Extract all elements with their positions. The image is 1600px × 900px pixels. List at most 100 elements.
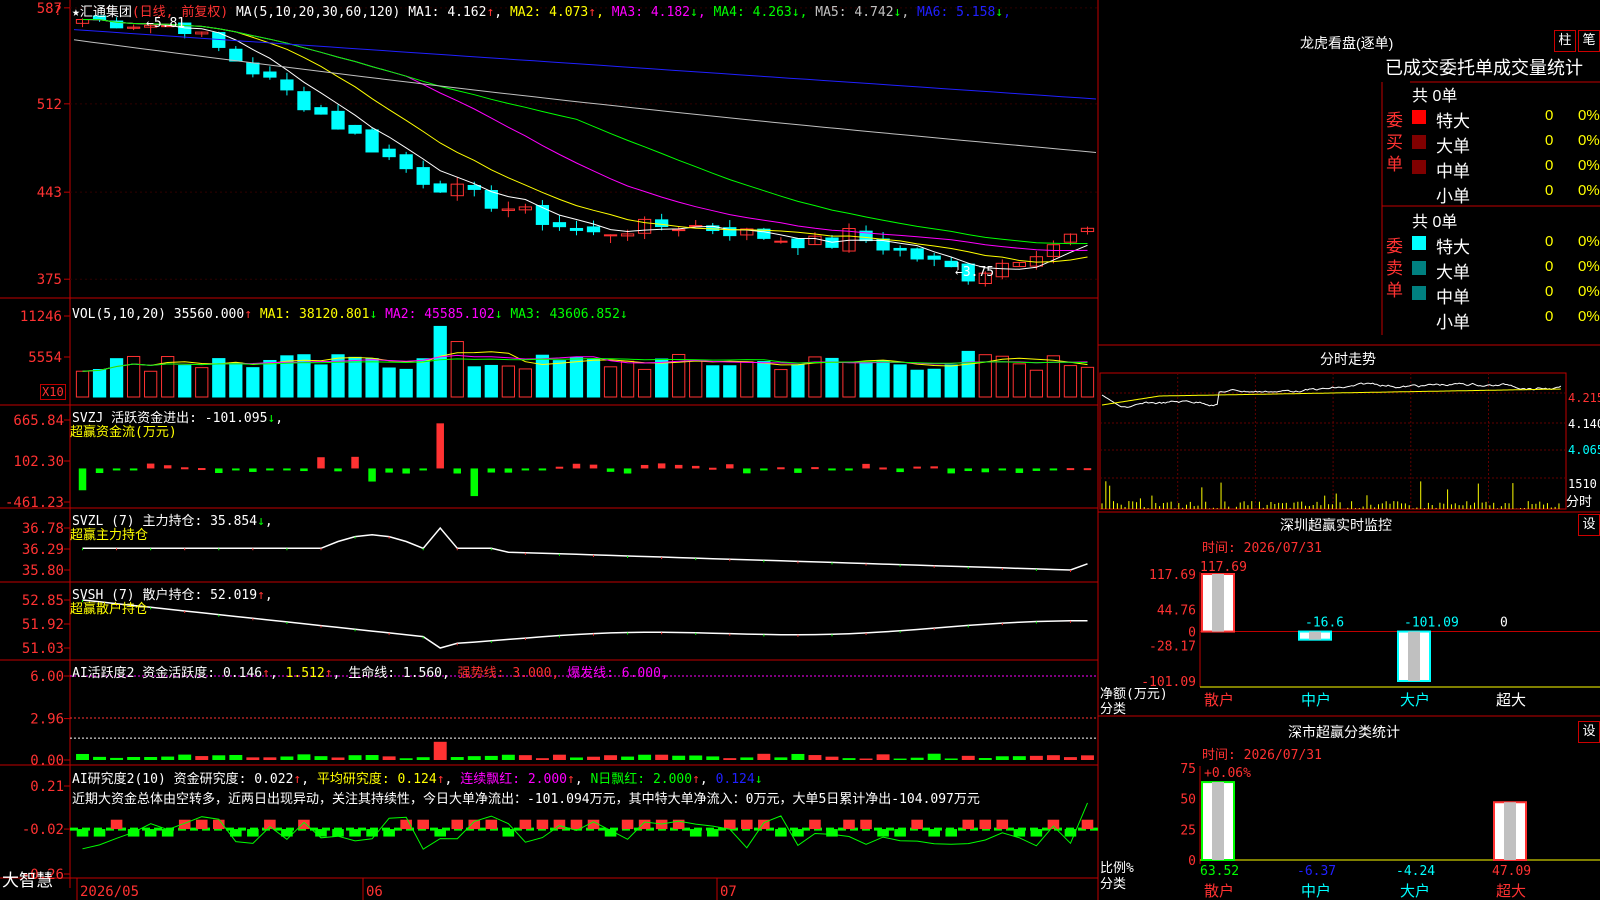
buy-row-label: 中单 — [1436, 162, 1470, 181]
sz-monitor-category: 大户 — [1400, 691, 1430, 709]
y-tick-label: 512 — [37, 97, 62, 113]
sz-class-settings-button[interactable]: 设 — [1578, 721, 1600, 743]
svzj-bar — [436, 423, 444, 469]
ai1-bar — [978, 758, 992, 760]
ai2-bar — [723, 819, 736, 830]
main-chart-area[interactable]: 587512443375←5.81←3.75 112465554 665.84 1… — [0, 0, 1600, 900]
ai1-bar — [757, 753, 771, 760]
vol-bar — [586, 358, 601, 398]
svzj-tick-label: 665.84 — [13, 413, 64, 429]
tick-mode-button[interactable]: 笔 — [1578, 30, 1600, 52]
svzj-bar — [453, 468, 461, 474]
ai2-bar — [1013, 829, 1026, 837]
ai2-bar — [195, 819, 208, 830]
sz-class-bar — [1201, 781, 1235, 862]
svzl-panel[interactable]: 36.78 36.29 35.80 — [22, 521, 1088, 579]
sell-swatch — [1412, 286, 1426, 300]
buy-row-label: 特大 — [1436, 112, 1470, 131]
ai1-bar — [825, 756, 839, 760]
svzj-bar — [879, 467, 887, 470]
vol-bar — [910, 369, 924, 398]
sz-monitor-bar-label: -16.6 — [1305, 616, 1344, 631]
candle-body — [893, 247, 907, 251]
vol-bar — [348, 356, 362, 398]
sz-class-category: 中户 — [1301, 882, 1331, 900]
app-logo[interactable]: 大智慧 — [2, 866, 68, 890]
sell-row-label: 中单 — [1436, 288, 1470, 307]
candle-body — [672, 229, 686, 232]
period-label[interactable]: (日线, 前复权) — [132, 5, 228, 20]
vol-bar — [723, 365, 737, 398]
ai1-bar — [961, 755, 975, 760]
vol-ma-item-3: MA3: 43606.852↓ — [502, 307, 628, 322]
svzj-bar — [1032, 468, 1041, 471]
candle-body — [655, 219, 669, 228]
ai2-bar — [621, 819, 634, 830]
candle-body — [535, 204, 550, 225]
ai2-bar — [451, 819, 464, 830]
svzl-tick-label: 36.78 — [22, 521, 64, 537]
bar-mode-button[interactable]: 柱 — [1554, 30, 1576, 52]
svzj-bar — [215, 468, 223, 474]
ai2-bar — [230, 829, 242, 837]
ai2-bar — [741, 819, 753, 830]
svzj-bar — [743, 468, 751, 474]
sz-monitor-xlabel: 分类 — [1100, 702, 1127, 717]
ai2-last: 0.124 — [715, 772, 755, 787]
ai2-bar — [553, 819, 566, 830]
ai2-bar — [689, 829, 702, 837]
svzj-bar — [1083, 468, 1092, 471]
sell-row-pct: 0% — [1578, 283, 1600, 300]
ai2-bar — [110, 819, 123, 830]
intraday-title[interactable]: 分时走势 — [1320, 349, 1376, 369]
sz-monitor-chart[interactable]: 117.6944.760-28.17-101.09117.69散户-16.6中户… — [1141, 560, 1600, 709]
svzj-bar — [504, 468, 513, 473]
svzj-bar — [828, 468, 836, 471]
ma-item-1: MA1: 4.162↑, — [408, 5, 510, 20]
volume-panel[interactable]: 11246 5554 — [20, 309, 1095, 398]
svzj-bar — [146, 463, 155, 469]
svzj-bar — [538, 468, 547, 471]
sz-monitor-bar-core — [1408, 631, 1420, 681]
sz-class-bar-core — [1212, 782, 1224, 860]
candle-body — [603, 234, 618, 237]
vol-bar — [467, 366, 481, 398]
sell-row-count: 0 — [1545, 258, 1554, 275]
sell-swatch — [1412, 261, 1426, 275]
vol-bar — [620, 360, 635, 398]
ai1-bar — [297, 754, 311, 760]
buy-row-pct: 0% — [1578, 107, 1600, 124]
intraday-panel[interactable]: 4.215 4.140 4.065 1510 分时 — [1099, 372, 1600, 510]
ai1-bar — [212, 755, 226, 760]
vol-unit-badge[interactable]: X10 — [40, 384, 66, 400]
sz-class-bar — [1493, 801, 1527, 861]
sz-class-bar-label: 63.52 — [1200, 864, 1239, 879]
vol-bar — [416, 358, 430, 398]
svzj-bar — [112, 468, 121, 471]
ai-activity-panel[interactable]: 6.00 2.96 0.00 — [30, 669, 1098, 769]
vol-bar — [603, 366, 618, 398]
buy-row-label: 小单 — [1436, 187, 1470, 206]
ma-line-6 — [73, 29, 1097, 100]
ai2-bar — [775, 829, 787, 837]
vol-bar — [893, 364, 907, 398]
candle-body — [331, 110, 345, 130]
sz-monitor-settings-button[interactable]: 设 — [1578, 514, 1600, 536]
candlestick-panel[interactable]: 587512443375←5.81←3.75 — [37, 1, 1098, 288]
ai2-title: AI研究度2(10) 资金研究度: — [72, 772, 247, 787]
vol-bar — [706, 365, 720, 398]
ai2-bar — [1030, 829, 1043, 837]
star-icon[interactable]: ★ — [72, 5, 80, 20]
ai1-bar — [416, 757, 430, 760]
svzj-bar — [709, 467, 717, 470]
ai1-bar — [280, 756, 294, 760]
sz-monitor-tick: 0 — [1188, 626, 1196, 641]
vol-bar — [774, 369, 788, 398]
vol-bar — [518, 368, 533, 398]
svzj-bar — [998, 468, 1007, 471]
svzj-bar — [640, 464, 649, 469]
corner-mark[interactable]: ? — [54, 4, 62, 19]
ai2-bar — [979, 819, 992, 830]
buy-row-count: 0 — [1545, 182, 1554, 199]
sz-class-chart[interactable]: 75 50 25 0 +0.06% 63.52 散户 -6.37 中户 -4.24 大户 47.09 超… — [1180, 762, 1600, 900]
